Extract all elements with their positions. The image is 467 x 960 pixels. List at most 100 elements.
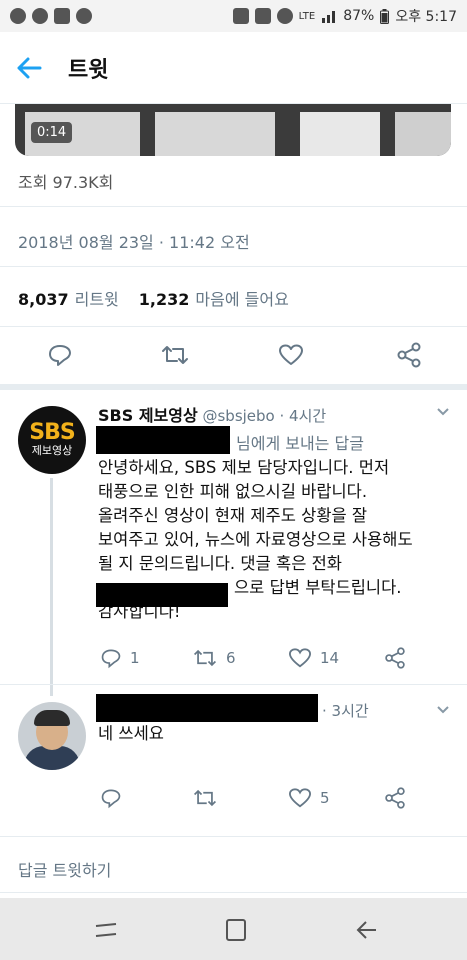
retweet-label[interactable]: 리트윗 bbox=[75, 286, 119, 310]
heart-icon bbox=[288, 648, 312, 668]
lock-icon bbox=[232, 8, 249, 24]
like-count: 5 bbox=[320, 789, 330, 807]
reply-text: 네 쓰세요 bbox=[98, 724, 164, 743]
compose-reply-input[interactable]: 답글 트윗하기 bbox=[18, 857, 111, 881]
reply-text-line: 올려주신 영상이 현재 제주도 상황을 잘 bbox=[98, 506, 368, 525]
video-frame-window bbox=[300, 112, 380, 156]
tweet-actions bbox=[0, 330, 467, 384]
share-button[interactable] bbox=[394, 340, 424, 370]
avatar-photo-hair bbox=[34, 710, 70, 726]
page-title: 트윗 bbox=[68, 57, 109, 83]
sbs-logo-subtitle: 제보영상 bbox=[31, 444, 73, 457]
reply-icon bbox=[101, 649, 121, 669]
retweet-icon bbox=[193, 789, 217, 807]
share-icon bbox=[397, 342, 421, 368]
status-bar: LTE 87% 오후 5:17 bbox=[0, 0, 467, 32]
divider bbox=[0, 836, 467, 837]
share-button[interactable] bbox=[384, 787, 406, 809]
divider bbox=[0, 892, 467, 893]
chevron-down-icon[interactable] bbox=[436, 704, 450, 718]
reply-icon bbox=[49, 345, 71, 366]
view-count: 조회 97.3K회 bbox=[18, 173, 114, 192]
avatar[interactable] bbox=[18, 702, 86, 770]
retweet-icon bbox=[193, 649, 217, 667]
redacted-display-name bbox=[96, 694, 318, 722]
divider bbox=[0, 266, 467, 267]
reply-text-line: 보여주고 있어, 뉴스에 자료영상으로 사용해도 bbox=[98, 530, 413, 549]
reply-button[interactable] bbox=[100, 787, 122, 809]
like-button[interactable] bbox=[276, 340, 306, 370]
reply-actions: 1 6 14 bbox=[98, 647, 438, 671]
back-icon bbox=[356, 921, 376, 939]
redacted-phone-number bbox=[96, 583, 228, 607]
heart-icon bbox=[279, 344, 303, 365]
video-frame-window bbox=[155, 112, 275, 156]
reply-button[interactable] bbox=[45, 340, 75, 370]
reply-time: · 3시간 bbox=[322, 702, 369, 720]
share-button[interactable] bbox=[384, 647, 406, 669]
recent-apps-button[interactable] bbox=[92, 916, 120, 944]
back-arrow-icon bbox=[17, 57, 42, 78]
reply-button[interactable]: 1 bbox=[100, 647, 140, 669]
mute-icon bbox=[254, 8, 271, 24]
section-divider bbox=[0, 384, 467, 390]
like-button[interactable]: 14 bbox=[288, 647, 339, 669]
clock: 오후 5:17 bbox=[395, 9, 457, 25]
video-duration: 0:14 bbox=[31, 122, 73, 143]
alarm-icon bbox=[276, 8, 293, 24]
recent-apps-icon bbox=[95, 923, 117, 937]
retweet-button[interactable]: 6 bbox=[192, 647, 236, 669]
video-player[interactable]: 0:14 bbox=[15, 104, 451, 156]
like-label[interactable]: 마음에 들어요 bbox=[195, 286, 288, 310]
signal-icon bbox=[322, 11, 336, 23]
reply-text-line: 태풍으로 인한 피해 없으시길 바랍니다. bbox=[98, 482, 368, 501]
reply-actions: 5 bbox=[98, 787, 438, 811]
system-navigation-bar bbox=[0, 898, 467, 960]
sbs-logo: SBS bbox=[29, 420, 75, 445]
retweet-button[interactable] bbox=[192, 787, 218, 809]
heart-icon bbox=[288, 788, 312, 808]
retweet-button[interactable] bbox=[160, 340, 190, 370]
lte-indicator: LTE bbox=[298, 10, 316, 22]
battery-percent: 87% bbox=[343, 8, 375, 24]
divider bbox=[0, 326, 467, 327]
retweet-count: 6 bbox=[226, 649, 236, 667]
display-name[interactable]: SBS 제보영상 bbox=[98, 406, 198, 425]
top-app-bar: 트윗 bbox=[0, 32, 467, 104]
retweet-notification-icon bbox=[54, 8, 70, 24]
reply-time: · 4시간 bbox=[279, 407, 327, 425]
engagement-stats: 8,037 리트윗 1,232 마음에 들어요 bbox=[18, 286, 289, 310]
home-button[interactable] bbox=[222, 916, 250, 944]
avatar[interactable]: SBS 제보영상 bbox=[18, 406, 86, 474]
thread-connector bbox=[50, 478, 53, 696]
chevron-down-icon[interactable] bbox=[436, 406, 450, 420]
reply-text-line: 될 지 문의드립니다. 댓글 혹은 전화 bbox=[98, 554, 342, 573]
like-count: 14 bbox=[320, 649, 340, 667]
app-notification-icon bbox=[10, 8, 26, 24]
battery-icon bbox=[380, 8, 390, 24]
reply-count: 1 bbox=[130, 649, 140, 667]
retweet-count[interactable]: 8,037 bbox=[18, 290, 69, 309]
talk-icon bbox=[32, 8, 48, 24]
reply-text-line: 안녕하세요, SBS 제보 담당자입니다. 먼저 bbox=[98, 458, 390, 477]
redacted-username bbox=[96, 426, 230, 454]
message-icon bbox=[76, 8, 92, 24]
reply-header: SBS 제보영상 @sbsjebo · 4시간 bbox=[98, 402, 326, 426]
divider bbox=[0, 206, 467, 207]
like-count[interactable]: 1,232 bbox=[139, 290, 190, 309]
reply-icon bbox=[101, 789, 121, 809]
replying-to-label: 님에게 보내는 답글 bbox=[236, 434, 364, 453]
retweet-icon bbox=[162, 346, 188, 364]
handle[interactable]: @sbsjebo bbox=[202, 407, 274, 425]
like-button[interactable]: 5 bbox=[288, 787, 330, 809]
system-status: LTE 87% 오후 5:17 bbox=[232, 6, 457, 26]
share-icon bbox=[385, 647, 405, 669]
tweet-timestamp: 2018년 08월 23일 · 11:42 오전 bbox=[18, 233, 250, 252]
home-icon bbox=[226, 919, 246, 941]
divider bbox=[0, 684, 467, 685]
video-frame-window bbox=[395, 112, 451, 156]
back-button[interactable] bbox=[0, 32, 58, 104]
notification-icons bbox=[10, 8, 92, 24]
share-icon bbox=[385, 787, 405, 809]
system-back-button[interactable] bbox=[352, 916, 380, 944]
